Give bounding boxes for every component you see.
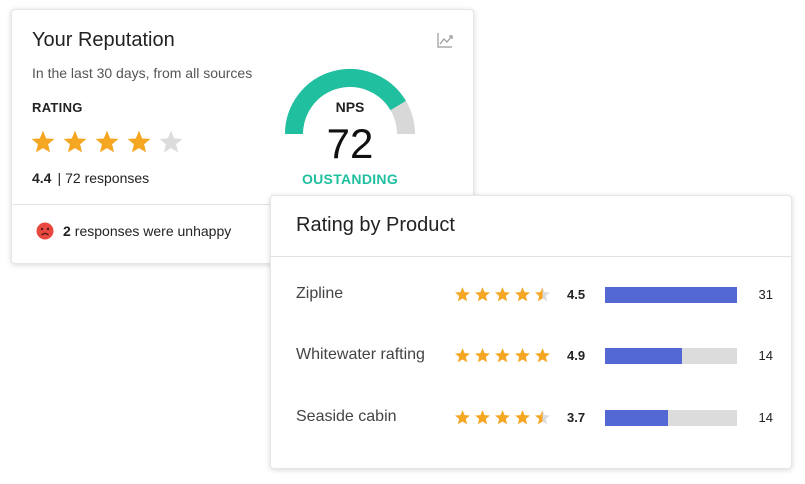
nps-value: 72 [326,120,374,167]
star-filled-icon [535,348,550,363]
star-filled-icon [495,348,510,363]
unhappy-text: responses were unhappy [74,223,232,239]
star-filled-icon [515,348,530,363]
product-name: Seaside cabin [296,408,397,425]
product-score: 3.7 [567,410,586,425]
star-filled-icon [31,130,55,153]
product-star-rating [454,347,551,364]
rating-summary: 4.4 | 72 responses [32,170,149,186]
star-filled-icon [455,287,470,302]
sad-face-icon [36,222,54,240]
star-filled-icon [475,410,490,425]
unhappy-responses[interactable]: 2 responses were unhappy [36,222,231,240]
nps-label: NPS [335,99,365,115]
product-star-rating [454,409,551,426]
nps-status: OUSTANDING [301,171,399,187]
star-filled-icon [63,130,87,153]
star-half-icon [535,287,550,302]
star-filled-icon [475,287,490,302]
reputation-subtitle: In the last 30 days, from all sources [32,65,253,81]
star-filled-icon [455,348,470,363]
star-half-icon [535,410,550,425]
rating-label: RATING [32,100,83,115]
product-response-count: 31 [758,287,773,302]
star-filled-icon [455,410,470,425]
divider [271,256,791,257]
rating-score: 4.4 [32,170,52,186]
unhappy-count: 2 [63,223,71,239]
product-score: 4.5 [567,287,586,302]
response-count: 72 responses [65,170,150,186]
product-name: Zipline [296,285,344,302]
rating-by-product-card: Rating by Product Zipline 4.5 31 Whitewater… [270,195,792,469]
product-rating-bar [605,287,737,303]
reputation-title: Your Reputation [32,29,175,51]
overall-star-rating [30,129,184,155]
product-row[interactable]: Zipline 4.5 31 [271,280,793,310]
star-filled-icon [475,348,490,363]
star-filled-icon [515,287,530,302]
product-rating-bar [605,410,737,426]
product-card-title: Rating by Product [296,214,455,236]
trend-chart-icon[interactable] [436,31,454,49]
star-filled-icon [127,130,151,153]
star-filled-icon [515,410,530,425]
star-empty-icon [159,130,183,153]
product-rating-bar [605,348,737,364]
star-filled-icon [495,410,510,425]
star-filled-icon [495,287,510,302]
product-rating-bar-fill [605,348,682,364]
product-response-count: 14 [758,348,773,363]
product-rating-bar-fill [605,410,669,426]
product-row[interactable]: Seaside cabin 3.7 14 [271,403,793,433]
product-response-count: 14 [758,410,773,425]
product-row[interactable]: Whitewater rafting 4.9 14 [271,341,793,371]
star-filled-icon [95,130,119,153]
product-star-rating [454,286,551,303]
product-rating-bar-fill [605,287,737,303]
rating-separator: | [57,170,62,186]
product-name: Whitewater rafting [296,346,425,363]
product-score: 4.9 [567,348,586,363]
